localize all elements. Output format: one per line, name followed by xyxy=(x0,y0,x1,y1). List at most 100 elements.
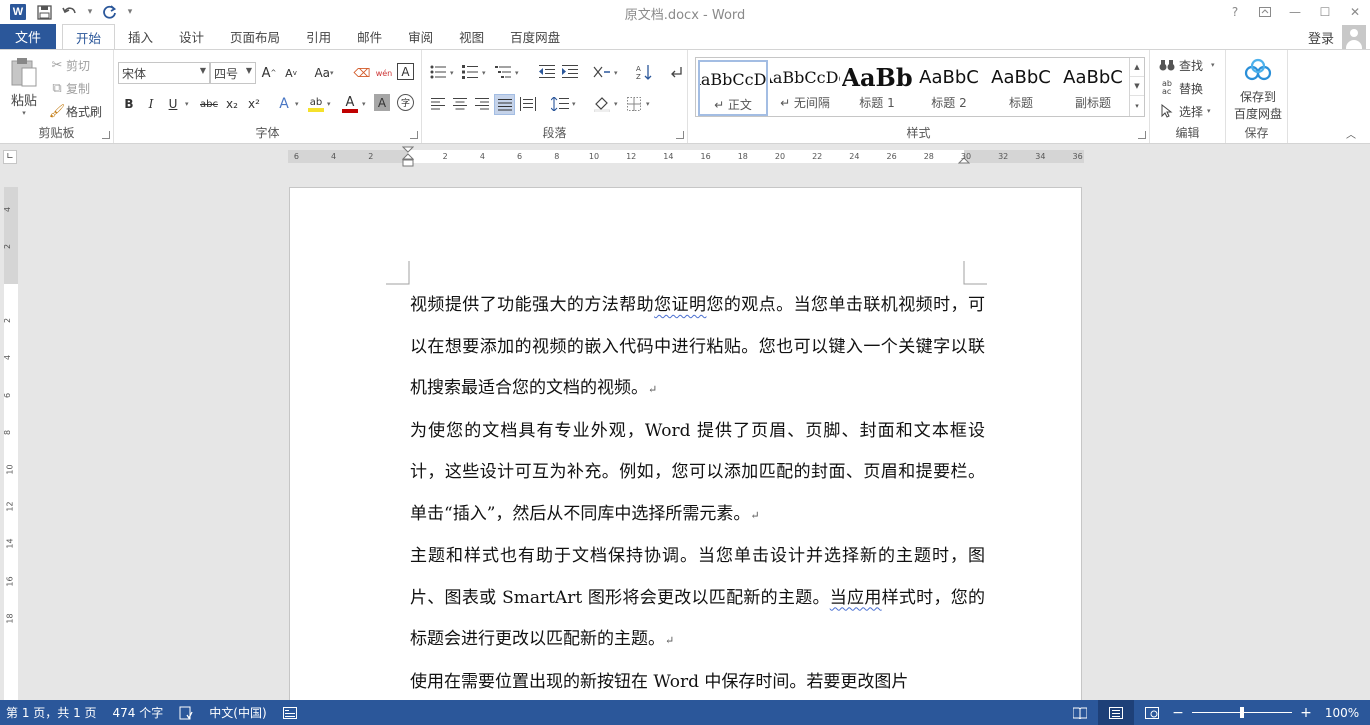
pinyin-button[interactable]: wén xyxy=(374,63,394,83)
line-spacing-button[interactable] xyxy=(550,94,570,114)
font-launcher-icon[interactable] xyxy=(410,131,418,139)
page-count[interactable]: 第 1 页，共 1 页 xyxy=(0,700,105,725)
clear-format-button[interactable]: ⌫ xyxy=(352,63,372,83)
tab-review[interactable]: 审阅 xyxy=(395,24,446,49)
language-indicator[interactable]: 中文(中国) xyxy=(201,700,274,725)
distribute-button[interactable] xyxy=(518,94,538,114)
zoom-in-button[interactable]: + xyxy=(1298,705,1314,721)
text-effect-dropdown-icon[interactable]: ▾ xyxy=(295,100,299,108)
tab-mailings[interactable]: 邮件 xyxy=(344,24,395,49)
gallery-up-icon[interactable]: ▲ xyxy=(1130,58,1144,77)
style-subtitle[interactable]: AaBbC 副标题 xyxy=(1058,60,1128,116)
style-heading-2[interactable]: AaBbC 标题 2 xyxy=(914,60,984,116)
bold-button[interactable]: B xyxy=(119,94,139,114)
change-case-button[interactable]: Aa ▾ xyxy=(310,63,338,83)
justify-button[interactable] xyxy=(494,94,515,115)
font-color-dropdown-icon[interactable]: ▾ xyxy=(362,100,366,108)
spelling-squiggle[interactable]: 当应用 xyxy=(830,588,882,608)
shading-button[interactable] xyxy=(592,94,612,114)
bullets-button[interactable] xyxy=(428,62,448,82)
select-button[interactable]: 选择 ▾ xyxy=(1158,102,1211,120)
zoom-slider[interactable] xyxy=(1192,700,1292,725)
increase-indent-button[interactable] xyxy=(560,62,580,82)
save-to-baidu-button[interactable]: 保存到 百度网盘 xyxy=(1230,58,1286,122)
char-border-button[interactable]: A xyxy=(397,63,414,80)
zoom-level[interactable]: 100% xyxy=(1314,706,1370,720)
vertical-ruler[interactable]: 4 2 2 4 6 8 10 12 14 16 18 xyxy=(3,187,18,700)
save-icon[interactable] xyxy=(32,1,56,23)
clipboard-launcher-icon[interactable] xyxy=(102,131,110,139)
underline-button[interactable]: U xyxy=(163,94,183,114)
redo-icon[interactable] xyxy=(98,1,122,23)
tab-insert[interactable]: 插入 xyxy=(115,24,166,49)
avatar[interactable] xyxy=(1342,25,1366,49)
numbering-button[interactable] xyxy=(460,62,480,82)
highlight-dropdown-icon[interactable]: ▾ xyxy=(327,100,331,108)
tab-selector[interactable]: ∟ xyxy=(3,150,17,164)
horizontal-ruler[interactable]: 6 4 2 2 4 6 8 10 12 14 16 18 20 22 24 26 28 30 32 34 36 xyxy=(288,146,1084,167)
zoom-out-button[interactable]: − xyxy=(1170,705,1186,721)
zoom-slider-thumb[interactable] xyxy=(1240,707,1244,718)
enclose-char-button[interactable]: 字 xyxy=(397,94,414,111)
ribbon-display-icon[interactable] xyxy=(1250,0,1280,24)
borders-dropdown-icon[interactable]: ▾ xyxy=(646,100,650,108)
underline-dropdown-icon[interactable]: ▾ xyxy=(185,100,189,108)
web-layout-icon[interactable] xyxy=(1134,700,1170,725)
document-page[interactable]: 视频提供了功能强大的方法帮助您证明您的观点。当您单击联机视频时，可以在想要添加的… xyxy=(289,187,1082,707)
strikethrough-button[interactable]: abc xyxy=(197,94,221,114)
font-size-combo[interactable]: 四号 ▼ xyxy=(210,62,256,84)
italic-button[interactable]: I xyxy=(141,94,161,114)
shrink-font-button[interactable]: Av xyxy=(281,63,301,83)
tab-design[interactable]: 设计 xyxy=(166,24,217,49)
close-icon[interactable]: ✕ xyxy=(1340,0,1370,24)
subscript-button[interactable]: x₂ xyxy=(222,94,242,114)
indent-marker-icon[interactable] xyxy=(402,146,414,168)
document-body[interactable]: 视频提供了功能强大的方法帮助您证明您的观点。当您单击联机视频时，可以在想要添加的… xyxy=(410,285,985,703)
macro-icon[interactable] xyxy=(275,700,305,725)
replace-button[interactable]: ab ac 替换 xyxy=(1158,79,1203,97)
style-title[interactable]: AaBbC 标题 xyxy=(986,60,1056,116)
style-no-spacing[interactable]: AaBbCcDd ↵ 无间隔 xyxy=(770,60,840,116)
font-name-combo[interactable]: 宋体 ▼ xyxy=(118,62,210,84)
superscript-button[interactable]: x² xyxy=(244,94,264,114)
tab-baidu-netdisk[interactable]: 百度网盘 xyxy=(497,24,573,49)
shading-dropdown-icon[interactable]: ▾ xyxy=(614,100,618,108)
sort-button[interactable]: AZ xyxy=(634,62,654,82)
borders-button[interactable] xyxy=(624,94,644,114)
help-icon[interactable]: ? xyxy=(1220,0,1250,24)
customize-qat-icon[interactable]: ▾ xyxy=(124,1,136,23)
show-marks-button[interactable] xyxy=(666,62,686,82)
paragraph-launcher-icon[interactable] xyxy=(676,131,684,139)
style-heading-1[interactable]: AaBb 标题 1 xyxy=(842,60,912,116)
read-mode-icon[interactable] xyxy=(1062,700,1098,725)
align-right-button[interactable] xyxy=(472,94,492,114)
gallery-more-icon[interactable]: ▾ xyxy=(1130,96,1144,115)
word-count[interactable]: 474 个字 xyxy=(105,700,172,725)
styles-launcher-icon[interactable] xyxy=(1138,131,1146,139)
chinese-layout-button[interactable] xyxy=(592,62,612,82)
chinese-layout-dropdown-icon[interactable]: ▾ xyxy=(614,69,618,77)
font-color-button[interactable]: A xyxy=(340,94,360,114)
maximize-icon[interactable]: ☐ xyxy=(1310,0,1340,24)
numbering-dropdown-icon[interactable]: ▾ xyxy=(482,69,486,77)
print-layout-icon[interactable] xyxy=(1098,700,1134,725)
collapse-ribbon-icon[interactable]: ︿ xyxy=(1346,126,1356,141)
login-link[interactable]: 登录 xyxy=(1308,28,1334,47)
tab-file[interactable]: 文件 xyxy=(0,24,56,49)
multilevel-dropdown-icon[interactable]: ▾ xyxy=(515,69,519,77)
text-effect-button[interactable]: A xyxy=(274,94,294,114)
decrease-indent-button[interactable] xyxy=(537,62,557,82)
tab-page-layout[interactable]: 页面布局 xyxy=(217,24,293,49)
grow-font-button[interactable]: A ^ xyxy=(259,63,279,83)
cut-button[interactable]: ✂ 剪切 xyxy=(48,56,90,74)
highlight-button[interactable]: ab xyxy=(306,94,326,114)
proofing-icon[interactable] xyxy=(171,700,201,725)
style-normal[interactable]: AaBbCcDd ↵ 正文 xyxy=(698,60,768,116)
tab-references[interactable]: 引用 xyxy=(293,24,344,49)
tab-home[interactable]: 开始 xyxy=(62,24,116,50)
align-center-button[interactable] xyxy=(450,94,470,114)
tab-view[interactable]: 视图 xyxy=(446,24,497,49)
spelling-squiggle[interactable]: 您证明 xyxy=(654,295,706,315)
copy-button[interactable]: ⧉ 复制 xyxy=(48,79,90,97)
find-button[interactable]: 查找 ▾ xyxy=(1158,56,1215,74)
